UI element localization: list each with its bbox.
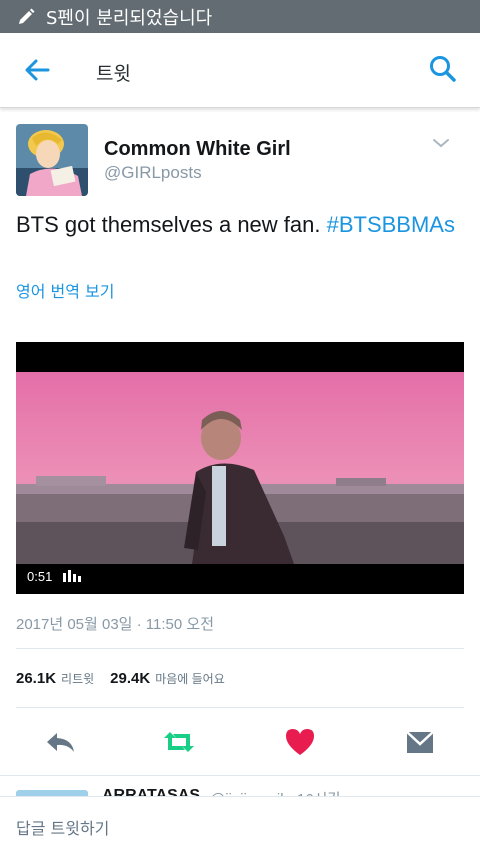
top-app-bar: 트윗 [0,33,480,108]
page-title: 트윗 [96,63,131,85]
status-notification: S펜이 분리되었습니다 [46,7,213,29]
volume-icon[interactable] [63,570,83,582]
reply-preview[interactable]: ARRATASAS @jinjiereuil · 16시간 [0,776,480,798]
retweet-count[interactable]: 26.1K [16,670,56,687]
like-label[interactable]: 마음에 들어요 [155,670,225,687]
reply-icon[interactable] [44,726,76,758]
tweet-actions [0,722,480,762]
tweet-text: BTS got themselves a new fan. #BTSBBMAs [16,212,455,238]
pen-icon [19,8,35,24]
retweet-label[interactable]: 리트윗 [61,670,94,687]
author-name[interactable]: Common White Girl [104,138,291,161]
back-arrow-icon[interactable] [22,55,52,85]
author-handle[interactable]: @GIRLposts [104,163,202,183]
like-count[interactable]: 29.4K [110,670,150,687]
author-avatar[interactable] [16,124,88,196]
video-thumbnail [16,372,464,564]
retweet-icon[interactable] [163,726,195,758]
reply-input-placeholder[interactable]: 답글 트윗하기 [16,815,109,839]
direct-message-icon[interactable] [404,726,436,758]
hashtag-link[interactable]: #BTSBBMAs [327,212,455,237]
engagement-stats: 26.1K 리트윗 29.4K 마음에 들어요 [16,670,241,687]
tweet-timestamp: 2017년 05월 03일 · 11:50 오전 [16,616,214,633]
status-bar: S펜이 분리되었습니다 [0,0,480,33]
video-duration: 0:51 [27,569,53,584]
chevron-down-icon[interactable] [430,135,452,151]
divider [16,707,464,708]
search-icon[interactable] [428,54,458,84]
reply-compose-bar[interactable]: 답글 트윗하기 [0,796,480,854]
video-player[interactable]: 0:51 [16,342,464,594]
translate-link[interactable]: 영어 번역 보기 [16,278,115,302]
heart-icon[interactable] [284,726,316,758]
divider [16,648,464,649]
tweet-body: BTS got themselves a new fan. [16,212,327,237]
